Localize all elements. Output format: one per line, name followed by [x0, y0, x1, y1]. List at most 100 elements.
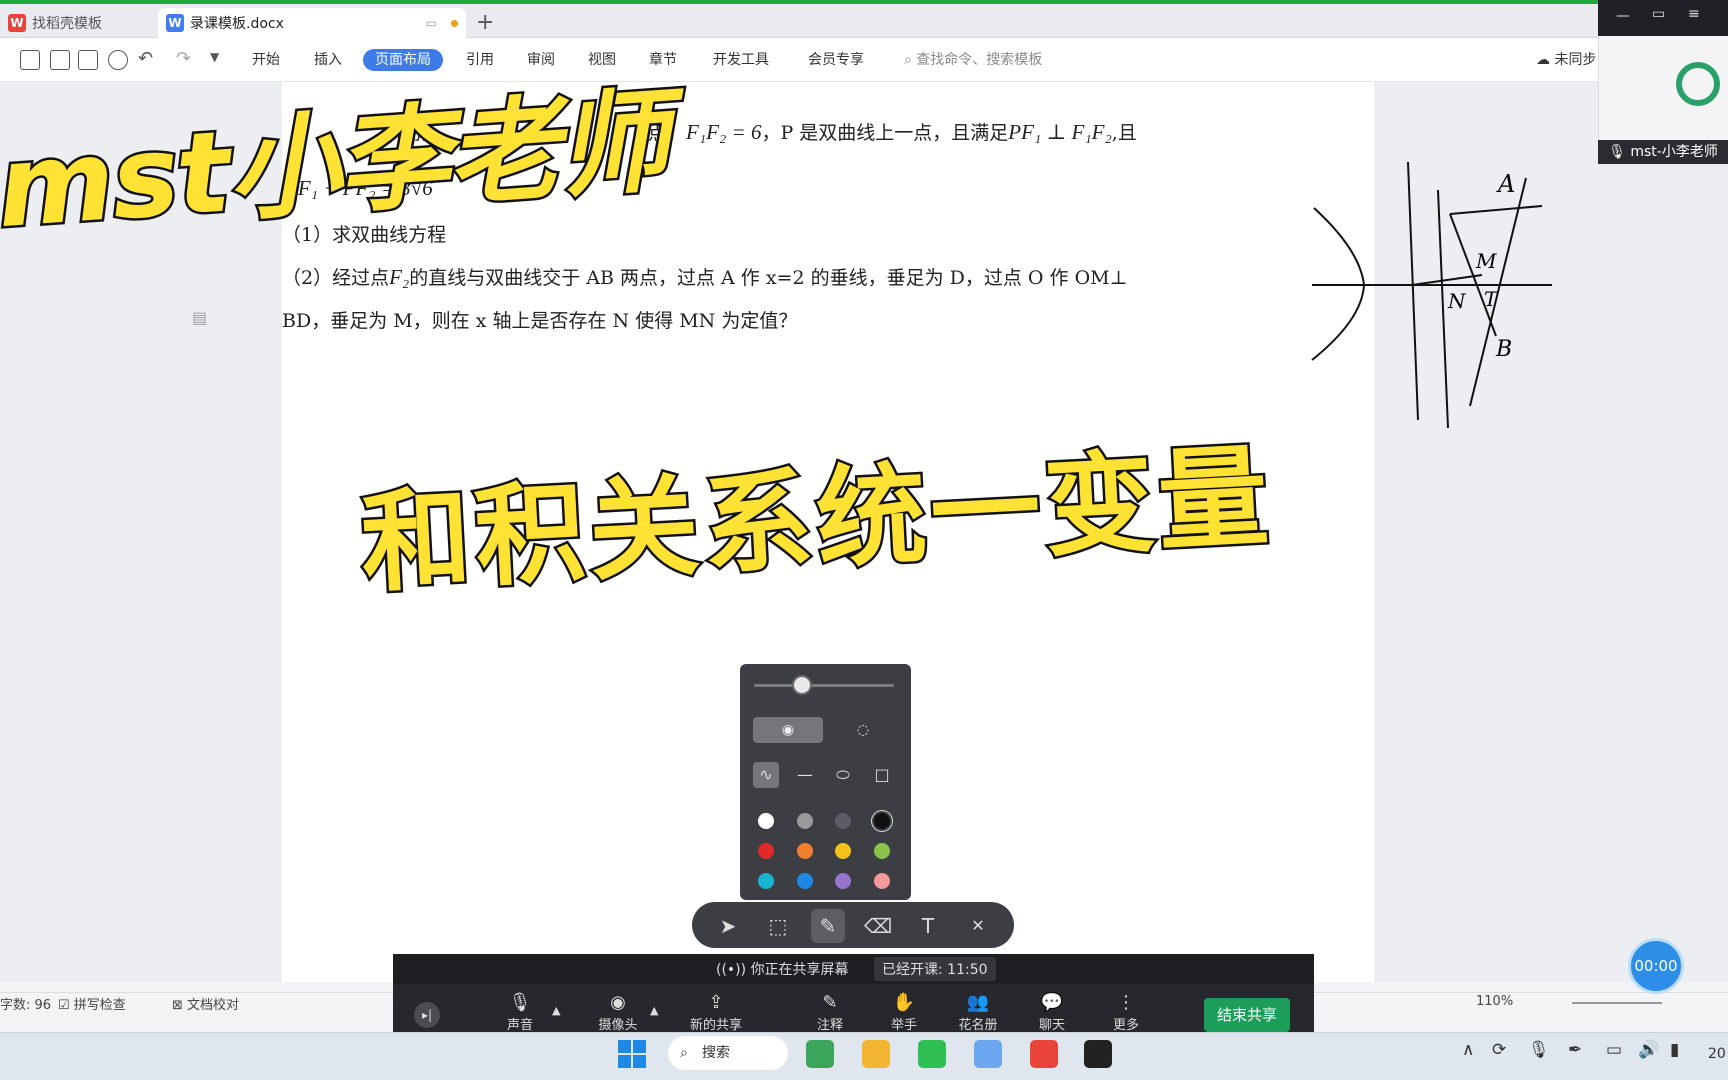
text-icon[interactable]: T	[911, 909, 945, 943]
roster-button[interactable]: 👥 花名册	[948, 992, 1008, 1033]
tab-document[interactable]: W 录课模板.docx ▭	[158, 8, 466, 38]
color-swatch[interactable]	[873, 843, 890, 859]
menu-icon[interactable]: ≡	[1688, 6, 1700, 22]
pen-size-slider-knob[interactable]	[792, 675, 812, 695]
doc-line-1: 点，F₁F₂ = 6，P 是双曲线上一点，且满足PF₁ ⊥ F₁F₂,且	[648, 120, 1137, 144]
clock[interactable]: 20	[1708, 1046, 1726, 1062]
webcam-icon: ◉	[610, 992, 626, 1013]
menu-insert[interactable]: 插入	[314, 49, 342, 71]
more-button[interactable]: ⋮ 更多	[1096, 992, 1156, 1033]
line-icon[interactable]: —	[792, 762, 818, 788]
color-swatch[interactable]	[758, 843, 774, 859]
tab-label: 找稻壳模板	[32, 16, 102, 32]
pen-size-slider[interactable]	[754, 684, 894, 687]
taskbar-search[interactable]: ⌕ 搜索	[668, 1036, 788, 1070]
wps-taskbar-icon[interactable]	[1030, 1040, 1058, 1068]
word-doc-icon: W	[166, 14, 184, 32]
command-search[interactable]: ⌕ 查找命令、搜索模板	[904, 49, 1042, 71]
new-share-button[interactable]: ⇪ 新的共享	[686, 992, 746, 1033]
color-swatch[interactable]	[796, 843, 813, 859]
battery-icon[interactable]: ▮	[1670, 1040, 1679, 1060]
ellipse-icon[interactable]: ⬭	[830, 762, 856, 788]
sketch-label-n: N	[1447, 289, 1467, 313]
more-icon: ⋮	[1117, 992, 1135, 1013]
volume-icon[interactable]: 🔊	[1638, 1040, 1659, 1060]
menu-home[interactable]: 开始	[252, 49, 280, 71]
tab-template[interactable]: W 找稻壳模板	[0, 8, 150, 38]
color-swatch[interactable]	[873, 813, 890, 829]
file-explorer-icon[interactable]	[862, 1040, 890, 1068]
collapse-icon[interactable]: ▸|	[414, 1002, 440, 1028]
export-icon[interactable]	[50, 50, 70, 70]
recorder-app-icon[interactable]	[1084, 1040, 1112, 1068]
windows-start-icon[interactable]	[618, 1040, 646, 1068]
add-tab-icon[interactable]: +	[476, 10, 494, 35]
unsaved-dot-icon	[451, 19, 458, 27]
doc-proof[interactable]: ⊠ 文档校对	[172, 994, 239, 1013]
display-tray-icon[interactable]: ▭	[1606, 1040, 1622, 1060]
mic-tray-icon[interactable]: 🎙	[1528, 1040, 1550, 1060]
minimize-icon[interactable]: —	[1616, 8, 1630, 24]
chevron-down-icon[interactable]: ▼	[210, 50, 219, 64]
equation-perpendicular: PF₁ ⊥ F₁F₂	[1008, 120, 1112, 144]
search-icon: ⌕	[904, 52, 917, 68]
people-icon: 👥	[966, 992, 990, 1013]
eraser-icon[interactable]: ⌫	[861, 909, 895, 943]
color-swatch[interactable]	[758, 873, 774, 889]
word-count[interactable]: 字数: 96	[0, 994, 51, 1013]
camera-button[interactable]: ◉ 摄像头	[588, 992, 648, 1033]
maximize-icon[interactable]: ▭	[1652, 6, 1665, 22]
color-swatch[interactable]	[835, 873, 851, 889]
sync-tray-icon[interactable]: ⟳	[1492, 1040, 1506, 1060]
spell-check[interactable]: ☑ 拼写检查	[58, 994, 126, 1013]
freehand-icon[interactable]: ∿	[753, 762, 779, 788]
meeting-app-icon[interactable]	[974, 1040, 1002, 1068]
chevron-up-icon[interactable]: ▲	[650, 1004, 658, 1017]
audio-button[interactable]: 🎙 声音	[490, 992, 550, 1033]
close-icon[interactable]: ✕	[961, 909, 995, 943]
color-swatch[interactable]	[796, 813, 813, 829]
menu-member[interactable]: 会员专享	[808, 49, 864, 71]
zoom-slider[interactable]	[1572, 1002, 1662, 1004]
equation-f1f2: F₁F₂ = 6	[686, 120, 762, 144]
camera-user-name: 🎙 mst-小李老师	[1598, 140, 1728, 164]
proof-icon: ⊠	[172, 998, 183, 1013]
end-share-button[interactable]: 结束共享	[1204, 998, 1290, 1032]
pen-tray-icon[interactable]: ✒	[1568, 1040, 1582, 1060]
color-swatch[interactable]	[835, 843, 851, 859]
pen-mode-highlight[interactable]: ◌	[850, 717, 876, 743]
broadcast-icon: ((•))	[716, 962, 751, 978]
hyperbola-sketch: A M N T B	[1311, 161, 1552, 429]
annotate-button[interactable]: ✎ 注释	[800, 992, 860, 1033]
tray-chevron-up-icon[interactable]: ∧	[1462, 1040, 1474, 1060]
color-swatch[interactable]	[873, 873, 890, 889]
undo-icon[interactable]: ↶	[138, 48, 153, 69]
sketch-label-m: M	[1475, 249, 1497, 273]
color-swatch[interactable]	[796, 873, 813, 889]
class-time: 已经开课: 11:50	[874, 957, 996, 981]
wechat-icon[interactable]	[918, 1040, 946, 1068]
zoom-level[interactable]: 110%	[1476, 994, 1513, 1009]
pen-icon[interactable]: ✎	[811, 909, 845, 943]
save-icon[interactable]	[20, 50, 40, 70]
print-icon[interactable]	[78, 50, 98, 70]
wps-logo-icon: W	[8, 14, 26, 32]
sync-status[interactable]: ☁ 未同步	[1536, 49, 1596, 69]
color-swatch[interactable]	[758, 813, 774, 829]
color-swatch[interactable]	[835, 813, 851, 829]
screen-icon[interactable]: ▭	[426, 16, 437, 30]
select-region-icon[interactable]: ⬚	[761, 909, 795, 943]
pointer-icon[interactable]: ➤	[711, 909, 745, 943]
chevron-up-icon[interactable]: ▲	[552, 1004, 560, 1017]
rectangle-icon[interactable]: □	[869, 762, 895, 788]
doc-nav-icon[interactable]: ▤	[192, 308, 207, 327]
pen-mode-solid[interactable]: ◉	[753, 717, 823, 743]
menu-developer[interactable]: 开发工具	[713, 49, 769, 71]
raise-hand-button[interactable]: ✋ 举手	[874, 992, 934, 1033]
question-2-cont: BD，垂足为 M，则在 x 轴上是否存在 N 使得 MN 为定值？	[282, 310, 798, 332]
edge-browser-icon[interactable]	[806, 1040, 834, 1068]
redo-icon[interactable]: ↷	[176, 48, 191, 69]
preview-icon[interactable]	[108, 50, 128, 70]
recording-timer[interactable]: 00:00	[1628, 938, 1684, 994]
chat-button[interactable]: 💬 聊天	[1022, 992, 1082, 1033]
